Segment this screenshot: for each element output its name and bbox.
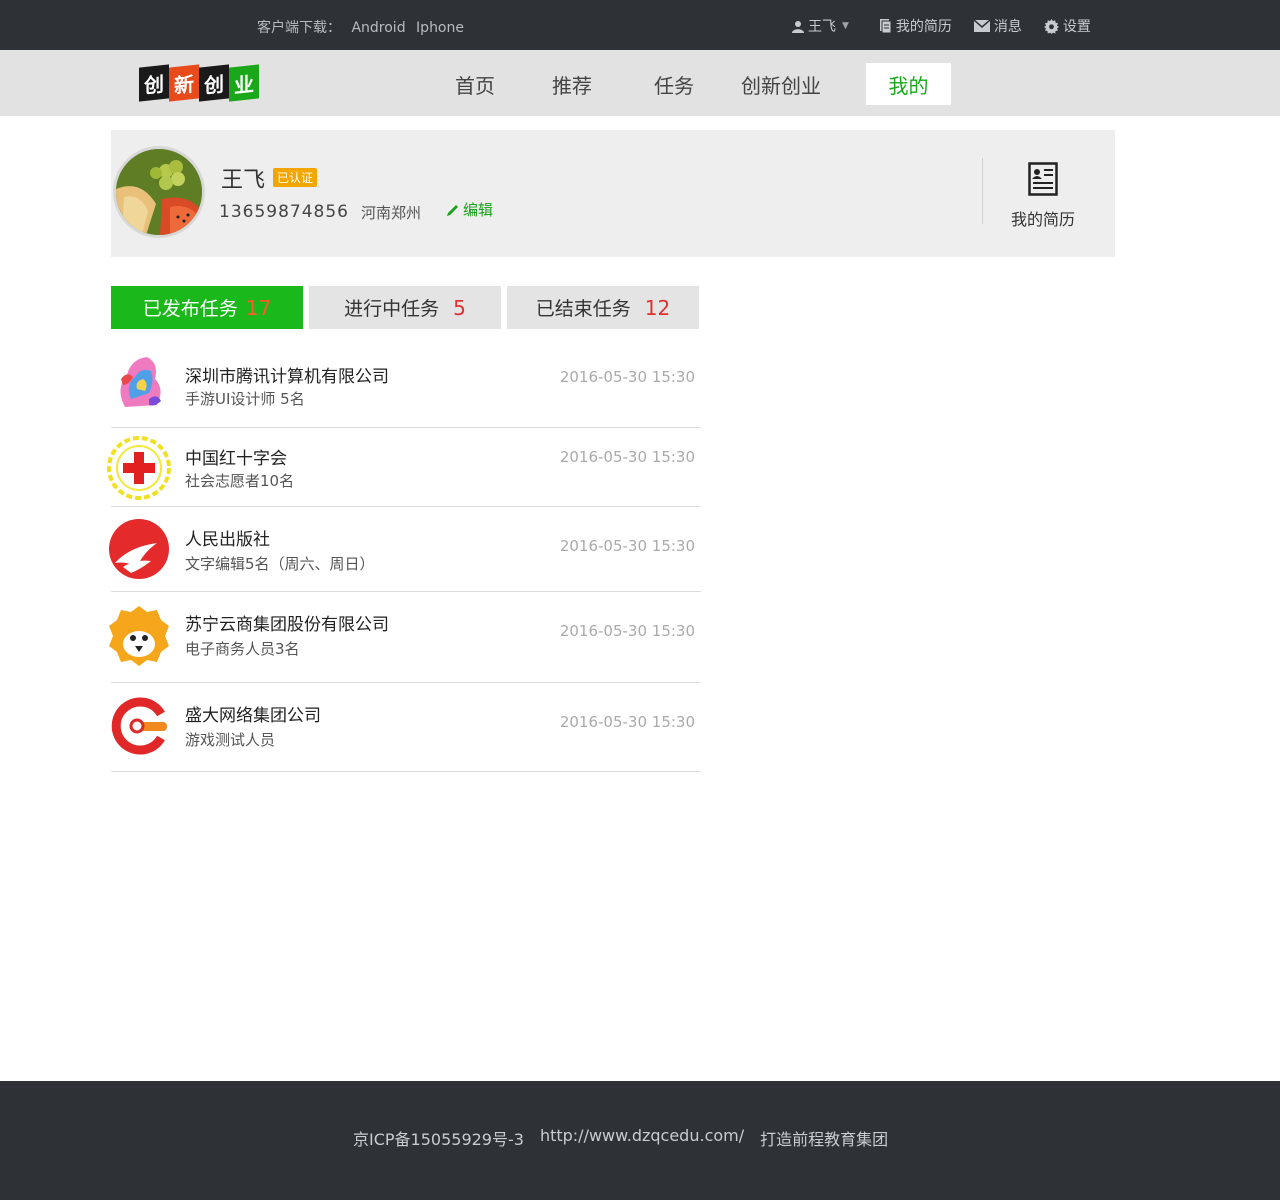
footer-icp: 京ICP备15055929号-3 [353, 1130, 524, 1149]
task-title: 盛大网络集团公司 [185, 706, 321, 726]
user-icon [792, 20, 804, 33]
nav-item-innovation[interactable]: 创新创业 [726, 63, 836, 105]
profile-divider [982, 158, 983, 224]
task-title: 深圳市腾讯计算机有限公司 [185, 367, 389, 387]
task-time: 2016-05-30 15:30 [559, 368, 695, 386]
task-title: 人民出版社 [185, 530, 270, 550]
settings-link[interactable]: 设置 [1043, 16, 1091, 36]
task-title: 苏宁云商集团股份有限公司 [185, 615, 389, 635]
tab-label: 进行中任务 [344, 298, 440, 320]
task-time: 2016-05-30 15:30 [559, 713, 695, 731]
list-item[interactable]: 深圳市腾讯计算机有限公司 手游UI设计师 5名 2016-05-30 15:30 [107, 346, 701, 428]
avatar[interactable] [113, 146, 205, 238]
verified-badge: 已认证 [273, 168, 318, 187]
client-download: 客户端下载： Android Iphone [257, 17, 470, 37]
messages-link-label: 消息 [993, 19, 1022, 35]
list-item[interactable]: 人民出版社 文字编辑5名（周六、周日） 2016-05-30 15:30 [109, 507, 701, 592]
main-nav: 创 新 创 业 首页 推荐 任务 创新创业 我的 [0, 50, 1280, 116]
task-subtitle: 文字编辑5名（周六、周日） [185, 555, 375, 573]
gear-icon [1043, 18, 1059, 34]
task-list: 深圳市腾讯计算机有限公司 手游UI设计师 5名 2016-05-30 15:30… [107, 346, 701, 772]
top-bar: 客户端下载： Android Iphone 王飞 ▼ 我的简历 消息 设置 [0, 0, 1280, 50]
task-time: 2016-05-30 15:30 [559, 537, 695, 555]
download-iphone-link[interactable]: Iphone [416, 20, 464, 36]
task-title: 中国红十字会 [185, 449, 287, 469]
settings-link-label: 设置 [1062, 19, 1091, 35]
tab-label: 已结束任务 [535, 298, 631, 320]
messages-link[interactable]: 消息 [973, 16, 1022, 36]
edit-profile-button[interactable]: 编辑 [446, 199, 493, 220]
suning-lion-icon [109, 606, 169, 666]
download-android-link[interactable]: Android [351, 20, 405, 36]
list-item[interactable]: 盛大网络集团公司 游戏测试人员 2016-05-30 15:30 [107, 683, 701, 772]
task-subtitle: 手游UI设计师 5名 [185, 390, 305, 408]
profile-card: 王飞 已认证 13659874856 河南郑州 编辑 我的简历 [111, 130, 1115, 257]
nav-item-home[interactable]: 首页 [430, 63, 520, 105]
list-item[interactable]: 苏宁云商集团股份有限公司 电子商务人员3名 2016-05-30 15:30 [109, 592, 701, 683]
profile-location: 河南郑州 [361, 204, 422, 222]
tab-finished[interactable]: 已结束任务 12 [507, 286, 699, 329]
task-tabs: 已发布任务 17 进行中任务 5 已结束任务 12 [111, 286, 705, 329]
pencil-icon [447, 204, 458, 216]
profile-name: 王飞 [221, 168, 266, 193]
edit-label: 编辑 [463, 201, 494, 219]
avatar-image [116, 149, 202, 235]
profile-phone: 13659874856 [219, 202, 349, 222]
tencent-art-icon [107, 349, 171, 413]
logo-char-1: 创 [139, 64, 169, 102]
site-logo[interactable]: 创 新 创 业 [139, 64, 259, 102]
logo-char-2: 新 [169, 64, 199, 102]
mail-icon [973, 20, 990, 32]
logo-char-3: 创 [199, 64, 229, 102]
peoples-press-icon [109, 519, 169, 579]
user-name: 王飞 [808, 19, 836, 35]
task-subtitle: 游戏测试人员 [185, 731, 276, 749]
tab-in-progress[interactable]: 进行中任务 5 [309, 286, 501, 329]
resume-icon [1028, 162, 1058, 196]
user-menu[interactable]: 王飞 ▼ [792, 16, 849, 36]
tab-published[interactable]: 已发布任务 17 [111, 286, 303, 329]
nav-item-recommend[interactable]: 推荐 [527, 63, 617, 105]
task-time: 2016-05-30 15:30 [559, 622, 695, 640]
footer: 京ICP备15055929号-3 http://www.dzqcedu.com/… [0, 1081, 1280, 1200]
my-resume-label: 我的简历 [1010, 210, 1075, 229]
nav-item-tasks[interactable]: 任务 [629, 63, 719, 105]
chevron-down-icon: ▼ [842, 21, 849, 31]
resume-link-label: 我的简历 [895, 19, 952, 35]
task-subtitle: 社会志愿者10名 [185, 472, 295, 490]
task-subtitle: 电子商务人员3名 [185, 640, 300, 658]
tab-count: 5 [453, 295, 466, 320]
resume-link[interactable]: 我的简历 [879, 16, 952, 36]
my-resume-button[interactable]: 我的简历 [996, 162, 1090, 230]
tab-count: 12 [644, 295, 671, 320]
footer-slogan: 打造前程教育集团 [760, 1130, 889, 1149]
tab-label: 已发布任务 [142, 298, 238, 320]
footer-url-link[interactable]: http://www.dzqcedu.com/ [540, 1126, 744, 1150]
red-cross-icon [107, 436, 171, 500]
document-icon [879, 19, 892, 33]
list-item[interactable]: 中国红十字会 社会志愿者10名 2016-05-30 15:30 [107, 428, 701, 507]
download-label: 客户端下载： [257, 20, 341, 36]
nav-item-mine[interactable]: 我的 [866, 63, 951, 105]
shanda-logo-icon [107, 694, 171, 758]
tab-count: 17 [245, 295, 272, 320]
logo-char-4: 业 [229, 64, 259, 102]
task-time: 2016-05-30 15:30 [559, 448, 695, 466]
